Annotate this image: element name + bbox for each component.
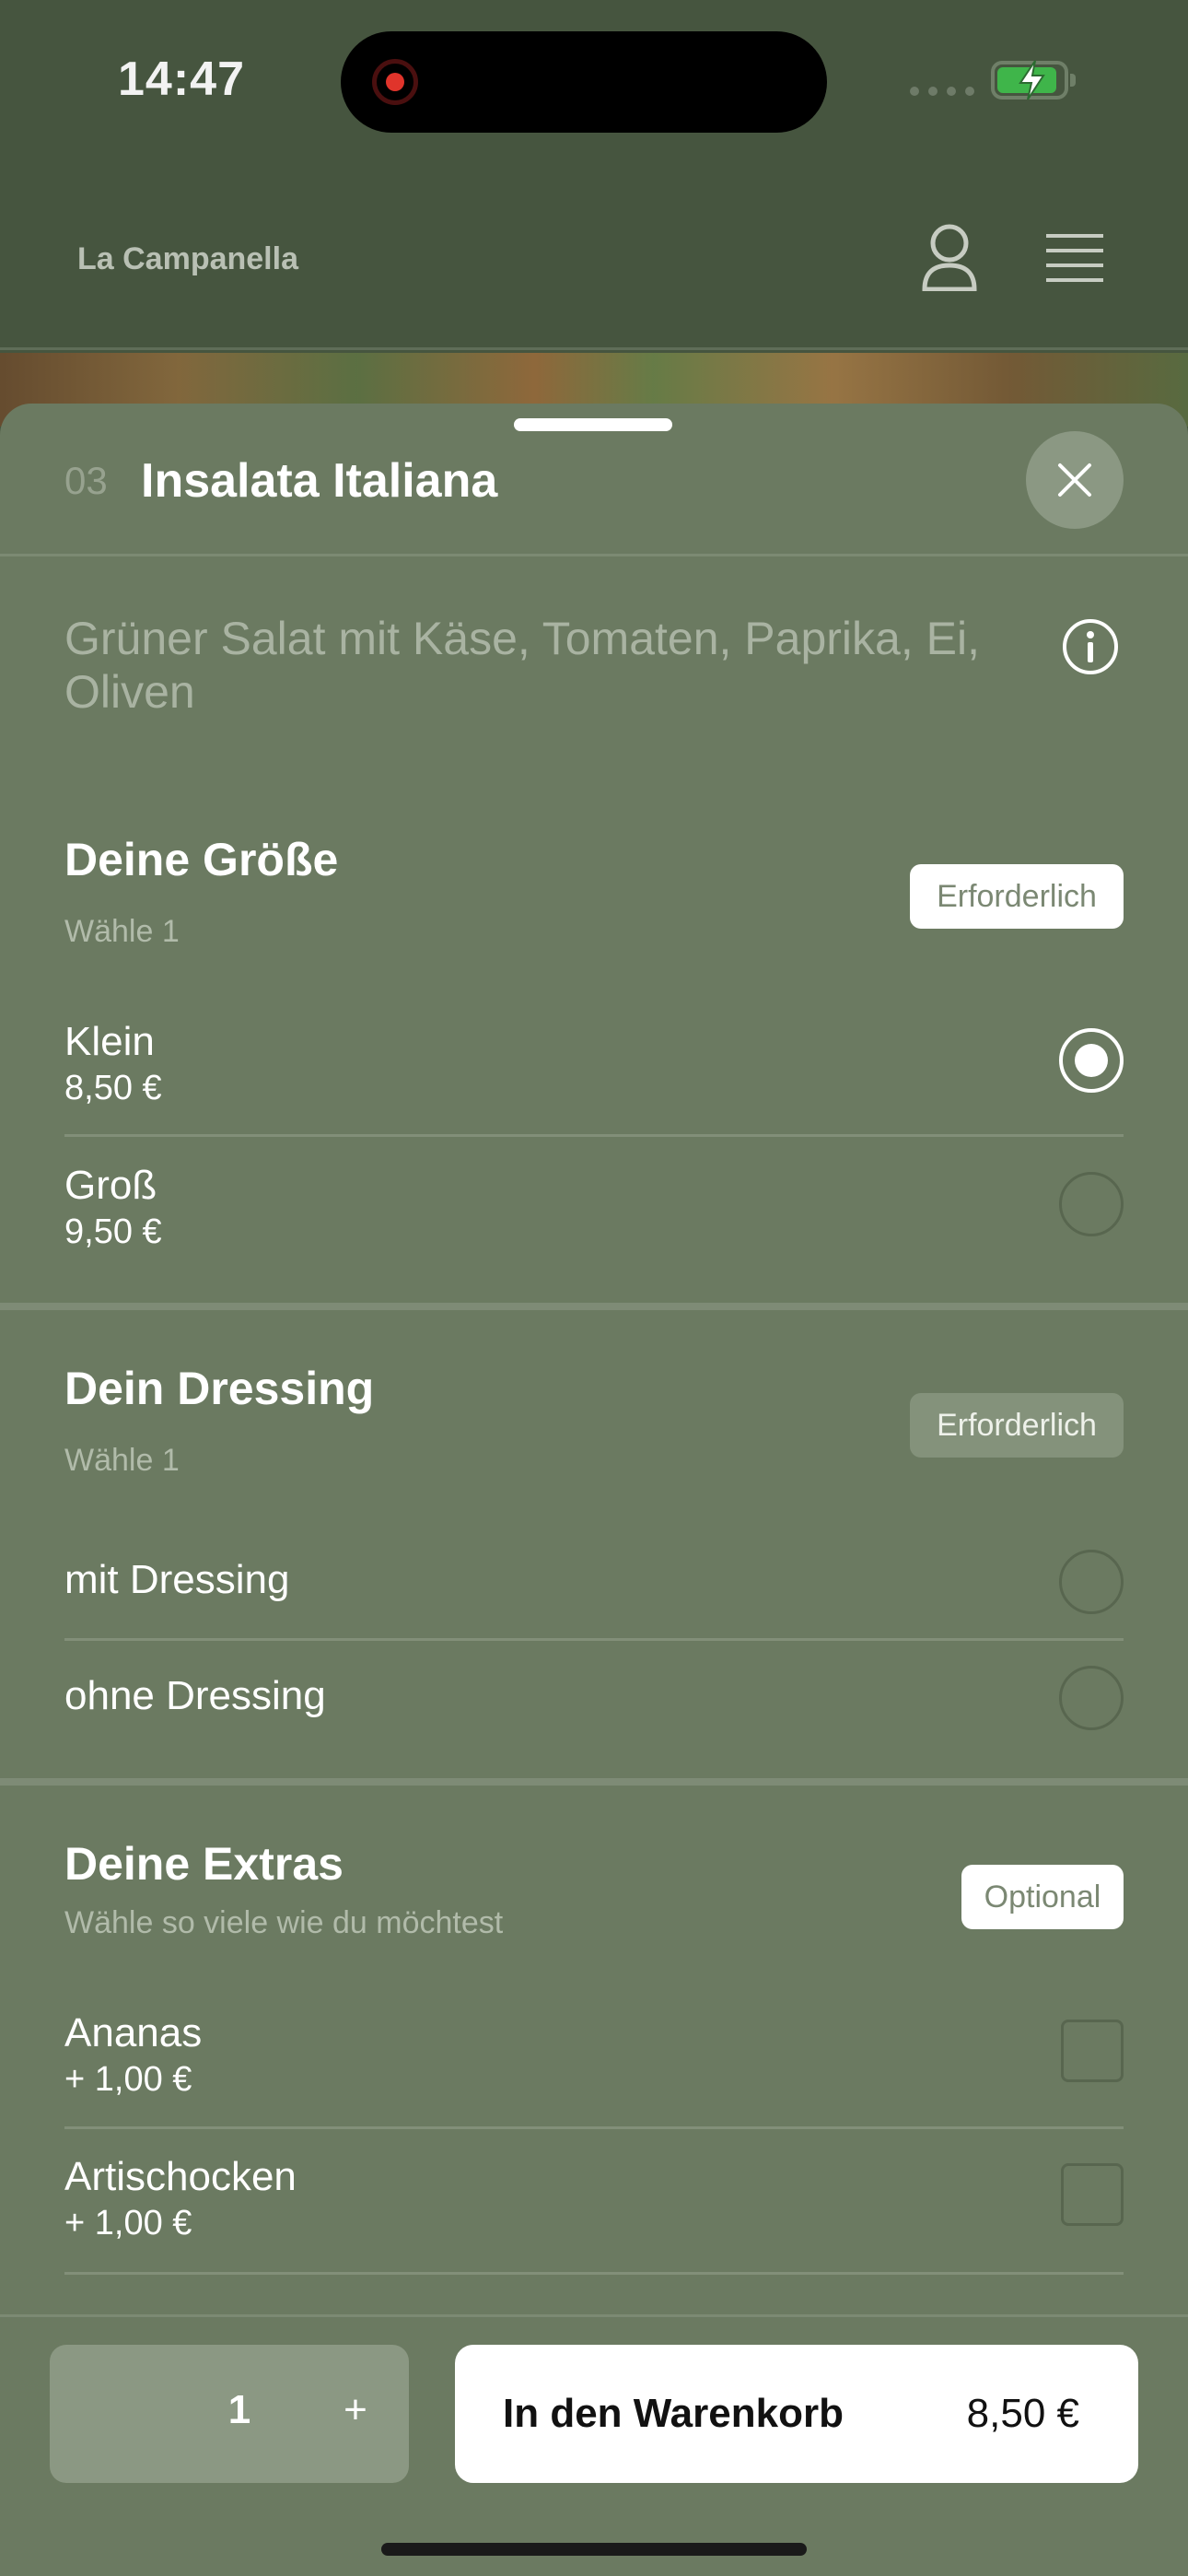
dressing-option-mit[interactable]: mit Dressing bbox=[64, 1550, 1124, 1633]
section-subtitle-extras: Wähle so viele wie du möchtest bbox=[64, 1905, 504, 1940]
size-option-gross[interactable]: Groß 9,50 € bbox=[64, 1163, 1124, 1282]
dynamic-island bbox=[341, 31, 827, 133]
add-to-cart-button[interactable]: In den Warenkorb 8,50 € bbox=[455, 2345, 1138, 2483]
section-title-dressing: Dein Dressing bbox=[64, 1363, 375, 1414]
item-sheet: 03 Insalata Italiana Grüner Salat mit Kä… bbox=[0, 404, 1188, 2576]
item-title: Insalata Italiana bbox=[141, 454, 498, 508]
optional-badge: Optional bbox=[961, 1865, 1124, 1929]
user-icon[interactable] bbox=[921, 223, 978, 291]
extra-option-ananas[interactable]: Ananas + 1,00 € bbox=[64, 2010, 1124, 2130]
required-badge: Erforderlich bbox=[910, 864, 1124, 929]
quantity-stepper[interactable]: 1 + bbox=[50, 2345, 409, 2483]
close-icon bbox=[1058, 463, 1091, 497]
dressing-option-ohne[interactable]: ohne Dressing bbox=[64, 1666, 1124, 1749]
close-button[interactable] bbox=[1026, 431, 1124, 529]
divider bbox=[64, 2126, 1124, 2129]
option-label: ohne Dressing bbox=[64, 1673, 326, 1718]
option-label: Ananas bbox=[64, 2010, 203, 2055]
status-time: 14:47 bbox=[118, 53, 245, 106]
menu-icon[interactable] bbox=[1046, 232, 1103, 282]
required-badge: Erforderlich bbox=[910, 1393, 1124, 1458]
section-title-extras: Deine Extras bbox=[64, 1838, 344, 1890]
option-price: 9,50 € bbox=[64, 1212, 162, 1251]
checkbox-icon[interactable] bbox=[1061, 2163, 1124, 2226]
battery-icon bbox=[991, 60, 1076, 100]
section-subtitle-size: Wähle 1 bbox=[64, 914, 180, 949]
section-divider bbox=[0, 1778, 1188, 1786]
signal-icon bbox=[910, 87, 974, 96]
option-price: 8,50 € bbox=[64, 1069, 162, 1107]
divider bbox=[64, 2272, 1124, 2275]
option-price: + 1,00 € bbox=[64, 2204, 192, 2242]
home-indicator[interactable] bbox=[381, 2543, 807, 2556]
sheet-header: 03 Insalata Italiana bbox=[0, 404, 1188, 556]
option-label: Groß bbox=[64, 1163, 157, 1208]
section-subtitle-dressing: Wähle 1 bbox=[64, 1443, 180, 1478]
divider bbox=[64, 1638, 1124, 1641]
item-number: 03 bbox=[64, 459, 108, 502]
extra-option-artischocken[interactable]: Artischocken + 1,00 € bbox=[64, 2154, 1124, 2274]
brand-name[interactable]: La Campanella bbox=[77, 241, 298, 277]
radio-icon[interactable] bbox=[1059, 1550, 1124, 1614]
add-to-cart-price: 8,50 € bbox=[966, 2391, 1079, 2436]
bottom-action-bar: 1 + In den Warenkorb 8,50 € bbox=[0, 2314, 1188, 2576]
radio-icon[interactable] bbox=[1059, 1172, 1124, 1236]
add-to-cart-label: In den Warenkorb bbox=[503, 2391, 844, 2436]
item-description: Grüner Salat mit Käse, Tomaten, Paprika,… bbox=[64, 613, 980, 718]
option-label: Klein bbox=[64, 1019, 155, 1064]
app-header: La Campanella bbox=[0, 175, 1188, 350]
size-option-klein[interactable]: Klein 8,50 € bbox=[64, 1019, 1124, 1139]
divider bbox=[64, 1134, 1124, 1137]
section-divider bbox=[0, 1303, 1188, 1310]
quantity-plus-button[interactable]: + bbox=[328, 2378, 383, 2442]
option-label: Artischocken bbox=[64, 2154, 297, 2199]
option-label: mit Dressing bbox=[64, 1557, 290, 1602]
section-title-size: Deine Größe bbox=[64, 834, 339, 885]
status-bar: 14:47 bbox=[0, 0, 1188, 175]
checkbox-icon[interactable] bbox=[1061, 2020, 1124, 2082]
info-icon[interactable] bbox=[1061, 617, 1120, 676]
radio-icon[interactable] bbox=[1059, 1666, 1124, 1730]
record-icon bbox=[372, 59, 418, 105]
option-price: + 1,00 € bbox=[64, 2060, 192, 2099]
radio-selected-icon[interactable] bbox=[1059, 1028, 1124, 1093]
